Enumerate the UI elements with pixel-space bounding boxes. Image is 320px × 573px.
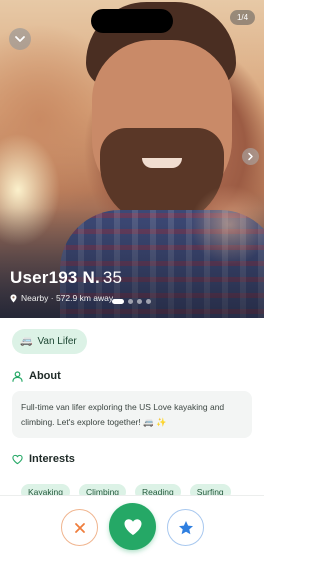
super-like-button[interactable] (167, 509, 204, 546)
photo-counter: 1/4 (230, 10, 255, 25)
about-title: About (29, 370, 61, 382)
van-emoji: 🚐 (20, 336, 33, 347)
about-header: About (12, 370, 61, 382)
person-icon (12, 370, 23, 382)
pagination-dot[interactable] (146, 299, 151, 304)
chevron-right-icon (248, 152, 253, 161)
collapse-button[interactable] (9, 28, 31, 50)
profile-name: User193 N. (10, 268, 100, 287)
lifestyle-tag: 🚐 Van Lifer (12, 329, 87, 354)
pagination-dot[interactable] (137, 299, 142, 304)
heart-icon (124, 518, 141, 535)
like-button[interactable] (109, 503, 156, 550)
next-photo-button[interactable] (242, 148, 259, 165)
pagination-dot[interactable] (128, 299, 133, 304)
chevron-down-icon (15, 36, 25, 42)
pagination-dot[interactable] (112, 299, 124, 304)
profile-distance: Nearby · 572.9 km away (10, 293, 113, 303)
location-pin-icon (10, 294, 17, 302)
close-icon (74, 522, 85, 533)
profile-name-age: User193 N. 35 (10, 268, 122, 288)
interests-header: Interests (12, 453, 75, 465)
camera-notch (91, 9, 173, 33)
star-icon (178, 520, 193, 534)
pass-button[interactable] (61, 509, 98, 546)
about-text: Full-time van lifer exploring the US Lov… (12, 391, 252, 438)
heart-outline-icon (12, 454, 23, 464)
profile-age: 35 (102, 268, 123, 287)
distance-text: Nearby · 572.9 km away (21, 293, 114, 303)
interests-title: Interests (29, 453, 75, 465)
photo-pagination (112, 299, 151, 304)
lifestyle-tag-label: Van Lifer (37, 336, 77, 347)
photo-smile (142, 158, 182, 168)
